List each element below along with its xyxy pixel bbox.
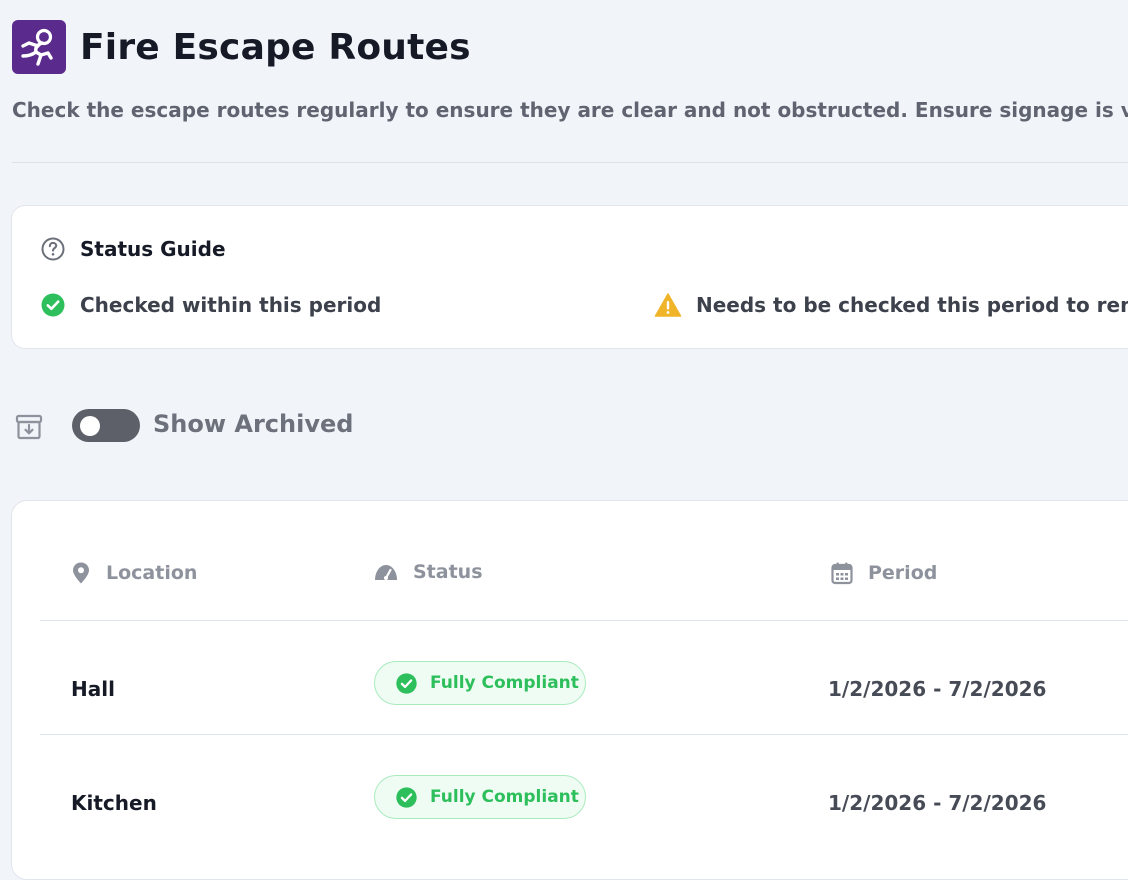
row-divider	[40, 734, 1128, 735]
question-circle-icon	[41, 237, 65, 261]
status-badge: Fully Compliant	[374, 775, 586, 819]
check-circle-icon	[41, 293, 65, 317]
table-header-divider	[40, 620, 1128, 621]
row-period: 1/2/2026 - 7/2/2026	[828, 677, 1047, 701]
status-badge: Fully Compliant	[374, 661, 586, 705]
check-circle-icon	[396, 672, 417, 694]
status-guide-needs-check-label: Needs to be checked this period to remai…	[696, 293, 1128, 317]
column-header-period[interactable]: Period	[830, 561, 937, 585]
running-person-icon	[12, 20, 66, 74]
show-archived-toggle[interactable]	[72, 409, 140, 442]
status-guide-card: Status Guide Checked within this period …	[11, 205, 1128, 349]
status-guide-checked-label: Checked within this period	[80, 293, 382, 317]
archive-box-icon	[15, 413, 43, 445]
row-period: 1/2/2026 - 7/2/2026	[828, 791, 1047, 815]
page-header: Fire Escape Routes	[12, 20, 471, 74]
page-title: Fire Escape Routes	[80, 26, 471, 68]
show-archived-label[interactable]: Show Archived	[153, 410, 353, 438]
status-guide-header: Status Guide	[40, 236, 226, 262]
header-divider	[12, 162, 1128, 163]
routes-table: Location Status Period Hall Fully Compli…	[11, 500, 1128, 880]
status-guide-needs-check: Needs to be checked this period to remai…	[654, 292, 1128, 318]
column-header-location[interactable]: Location	[70, 561, 197, 585]
status-guide-title: Status Guide	[80, 237, 226, 261]
column-header-status[interactable]: Status	[373, 561, 483, 583]
calendar-icon	[831, 562, 853, 585]
gauge-icon	[375, 565, 397, 580]
map-pin-icon	[73, 562, 89, 584]
warning-triangle-icon	[654, 293, 682, 317]
page-description: Check the escape routes regularly to ens…	[12, 98, 1128, 122]
row-location: Hall	[71, 677, 115, 701]
check-circle-icon	[396, 786, 417, 808]
row-location: Kitchen	[71, 791, 157, 815]
status-guide-checked: Checked within this period	[40, 292, 381, 318]
toggle-knob	[80, 415, 100, 436]
